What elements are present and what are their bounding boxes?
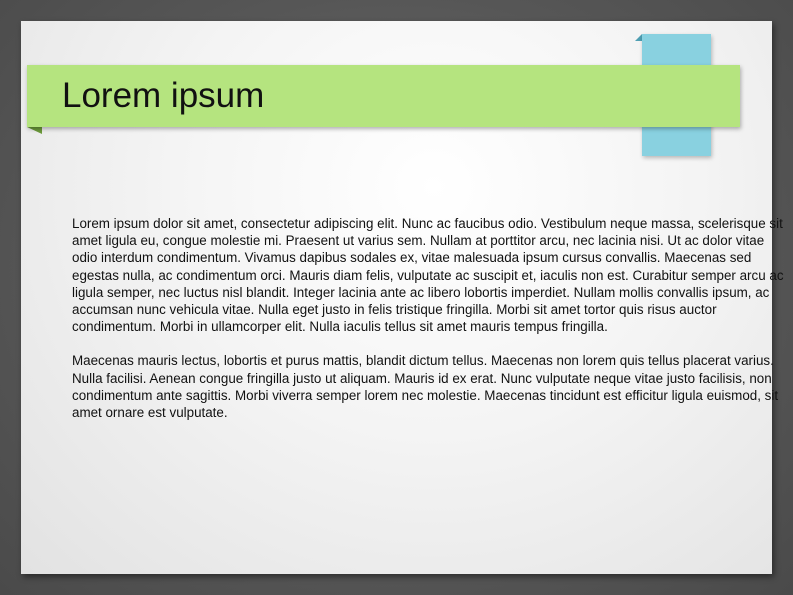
slide-title[interactable]: Lorem ipsum bbox=[62, 76, 264, 116]
title-bar-fold bbox=[27, 127, 42, 134]
body-paragraph-2: Maecenas mauris lectus, lobortis et puru… bbox=[72, 353, 779, 421]
title-bar: Lorem ipsum bbox=[27, 65, 740, 127]
accent-tab-fold bbox=[635, 34, 642, 41]
slide-canvas: Lorem ipsum Lorem ipsum dolor sit amet, … bbox=[21, 21, 784, 574]
body-paragraph-1: Lorem ipsum dolor sit amet, consectetur … bbox=[72, 216, 784, 335]
slide-body[interactable]: Lorem ipsum dolor sit amet, consectetur … bbox=[72, 215, 790, 438]
